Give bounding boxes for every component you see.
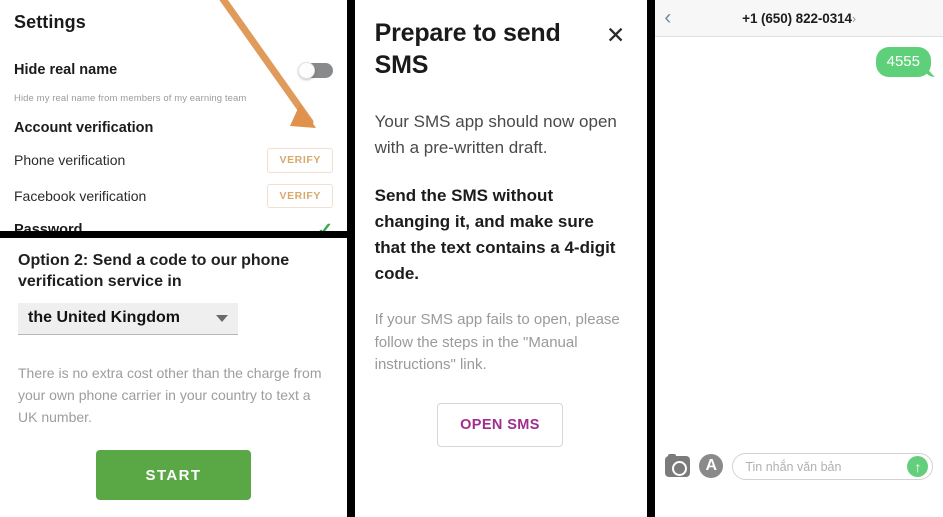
- option2-title: Option 2: Send a code to our phone verif…: [18, 252, 290, 291]
- screenshot-root: Settings Hide real name Hide my real nam…: [0, 0, 943, 517]
- settings-section: Settings Hide real name Hide my real nam…: [0, 0, 347, 240]
- facebook-verification-row: Facebook verification VERIFY: [14, 183, 333, 208]
- message-input-placeholder: Tin nhắn văn bản: [745, 459, 842, 474]
- hide-real-name-note: Hide my real name from members of my ear…: [14, 93, 247, 104]
- message-input[interactable]: Tin nhắn văn bản ↑: [732, 453, 934, 480]
- option2-section: Option 2: Send a code to our phone verif…: [0, 238, 347, 517]
- prepare-sms-dialog: Prepare to send SMS ✕ Your SMS app shoul…: [354, 0, 648, 517]
- hide-real-name-toggle[interactable]: [297, 61, 333, 79]
- open-sms-button-wrap: OPEN SMS: [375, 402, 626, 447]
- dialog-paragraph-1: Your SMS app should now open with a pre-…: [374, 112, 617, 157]
- account-verification-heading-row: Account verification: [14, 117, 333, 139]
- start-button[interactable]: START: [96, 450, 251, 501]
- chevron-right-icon: ›: [851, 10, 857, 26]
- panel-separator-1: [346, 0, 355, 517]
- send-button[interactable]: ↑: [907, 456, 929, 477]
- outgoing-message-bubble: 4555: [875, 47, 931, 78]
- camera-icon[interactable]: [665, 453, 691, 477]
- facebook-verify-button[interactable]: VERIFY: [267, 183, 333, 208]
- dialog-paragraph-2: Send the SMS without changing it, and ma…: [374, 186, 616, 283]
- message-row: 4555: [667, 47, 931, 78]
- open-sms-button[interactable]: OPEN SMS: [437, 402, 563, 447]
- appstore-icon[interactable]: A: [699, 454, 724, 478]
- toggle-knob: [298, 61, 315, 79]
- settings-panel: Settings Hide real name Hide my real nam…: [0, 0, 347, 517]
- panel-separator-2: [647, 0, 656, 517]
- option2-note: There is no extra cost other than the ch…: [18, 365, 322, 425]
- account-verification-heading: Account verification: [14, 120, 154, 136]
- dialog-header: Prepare to send SMS ✕: [375, 18, 626, 81]
- chevron-down-icon: [216, 314, 228, 322]
- close-icon[interactable]: ✕: [606, 24, 625, 47]
- dialog-title: Prepare to send SMS: [374, 19, 561, 79]
- sms-contact-name[interactable]: +1 (650) 822-0314›: [655, 11, 943, 26]
- dialog-paragraph-3: If your SMS app fails to open, please fo…: [374, 311, 620, 373]
- country-select[interactable]: the United Kingdom: [18, 303, 238, 336]
- panel-divider: [0, 231, 347, 238]
- hide-real-name-label: Hide real name: [14, 62, 118, 78]
- page-title: Settings: [14, 12, 86, 32]
- phone-verify-button[interactable]: VERIFY: [267, 148, 333, 173]
- sms-contact-number: +1 (650) 822-0314: [742, 10, 852, 26]
- sms-topbar: ‹ +1 (650) 822-0314›: [655, 0, 943, 37]
- facebook-verification-label: Facebook verification: [14, 187, 147, 204]
- back-chevron-icon[interactable]: ‹: [664, 7, 676, 28]
- country-select-value: the United Kingdom: [28, 309, 180, 327]
- start-button-wrap: START: [18, 450, 329, 501]
- hide-real-name-row: Hide real name: [14, 59, 333, 81]
- phone-verification-row: Phone verification VERIFY: [14, 148, 333, 173]
- sms-app-panel: ‹ +1 (650) 822-0314› 4555 A Tin nhắn văn…: [655, 0, 943, 517]
- phone-verification-label: Phone verification: [14, 152, 126, 169]
- sms-message-list: 4555: [655, 37, 943, 441]
- sms-composer: A Tin nhắn văn bản ↑: [655, 441, 943, 517]
